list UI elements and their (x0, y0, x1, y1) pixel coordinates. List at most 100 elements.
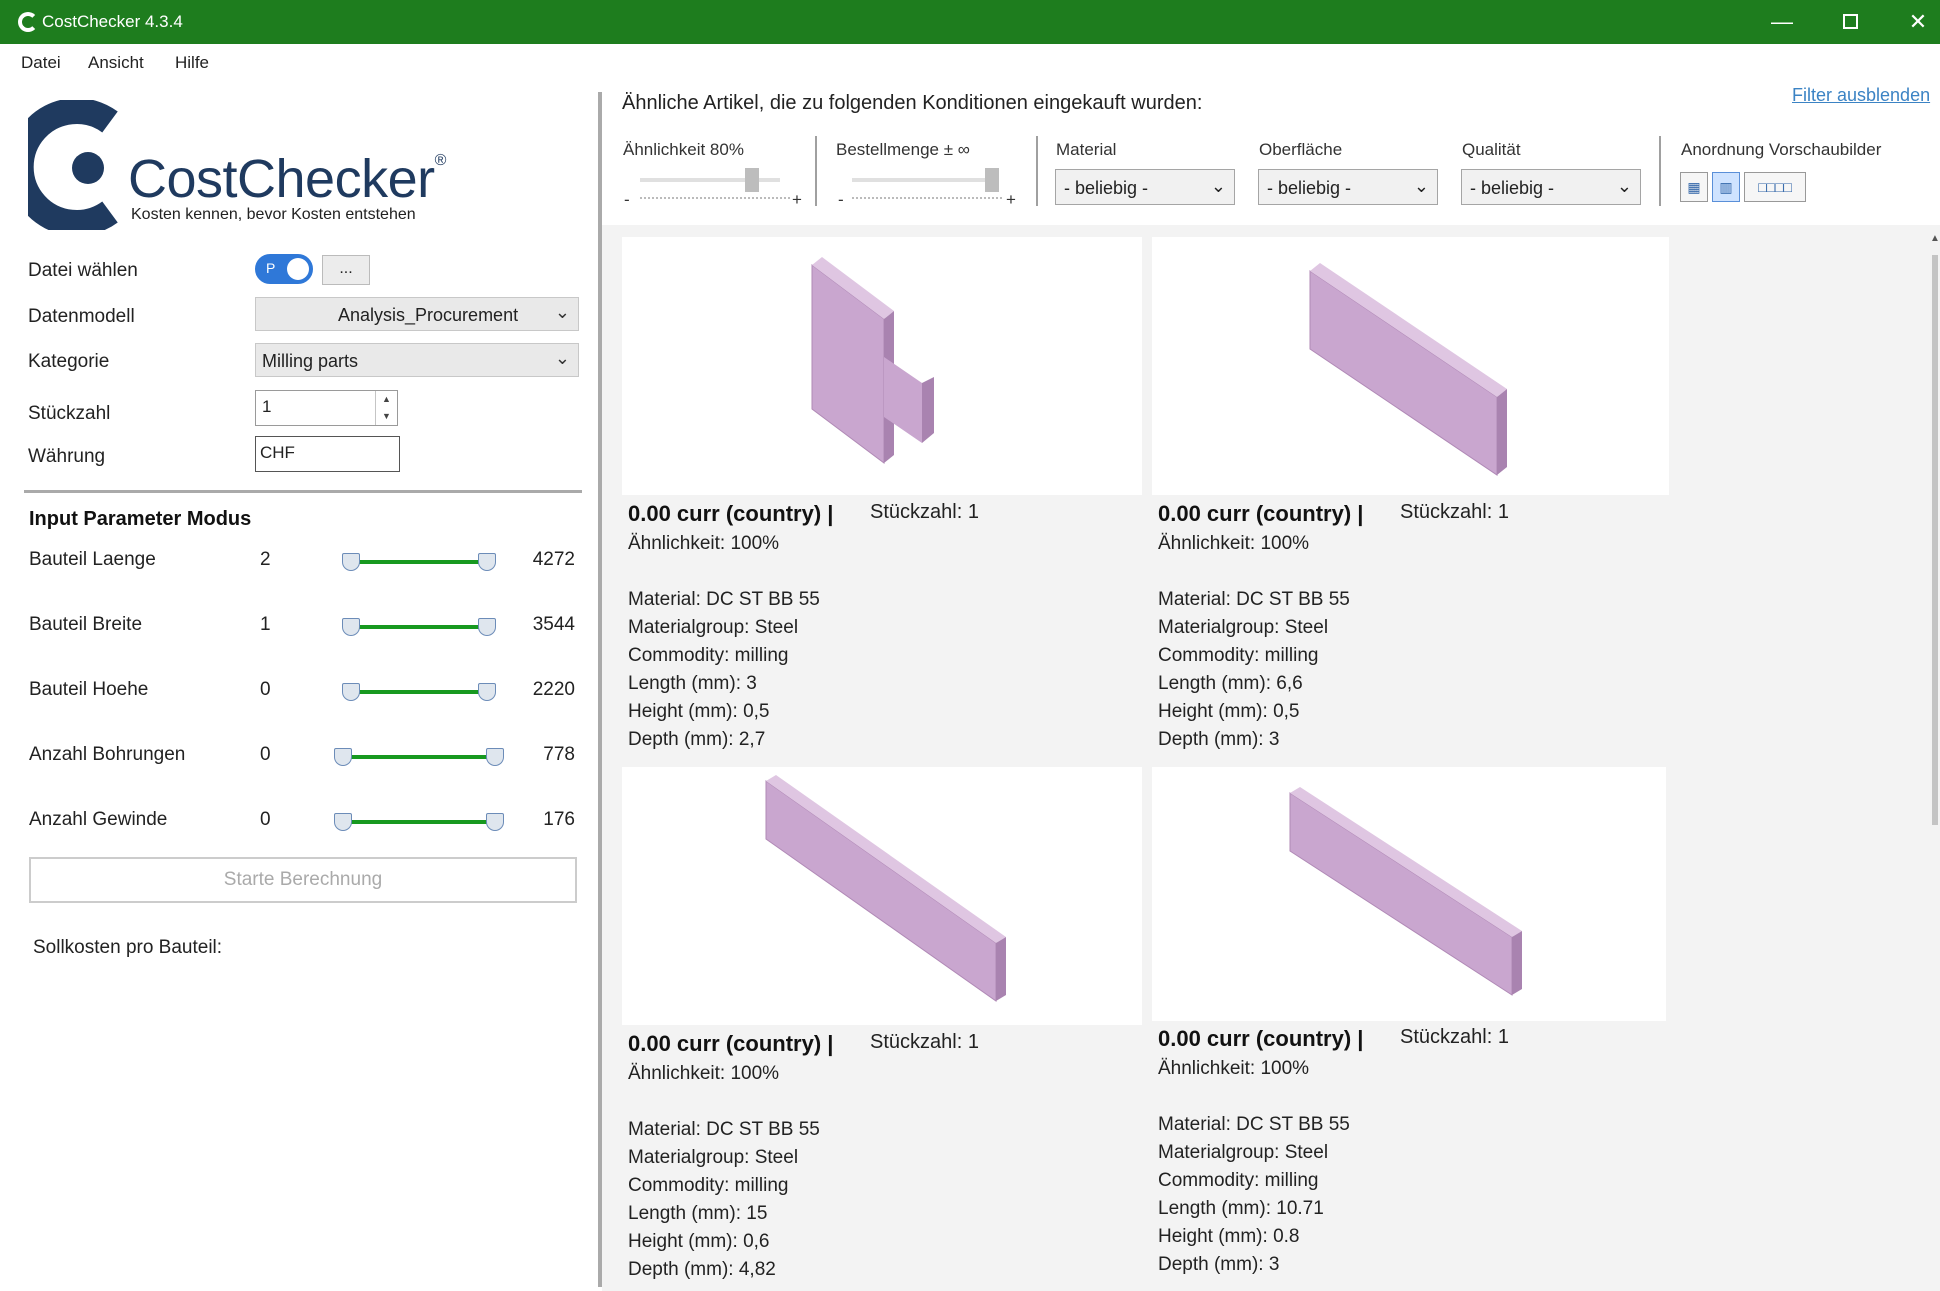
result-similarity: Ähnlichkeit: 100% (628, 1063, 780, 1084)
result-materialgroup: Materialgroup: Steel (1158, 1142, 1329, 1163)
menu-ansicht[interactable]: Ansicht (88, 53, 144, 73)
range-track[interactable] (342, 820, 496, 824)
close-button[interactable]: ✕ (1886, 0, 1940, 44)
left-divider (24, 490, 582, 493)
range-track[interactable] (350, 690, 488, 694)
grid-row-icon[interactable]: □□□□ (1744, 172, 1806, 202)
param-label: Anzahl Bohrungen (29, 744, 186, 765)
filter-divider (1659, 136, 1661, 206)
app-icon (18, 12, 38, 32)
logo-brand: CostChecker® (128, 149, 446, 209)
part-preview[interactable] (1152, 237, 1669, 495)
costchecker-logo: CostChecker® Kosten kennen, bevor Kosten… (28, 100, 448, 230)
model-label: Datenmodell (28, 306, 135, 327)
result-price: 0.00 curr (country) | (1158, 501, 1364, 526)
param-min: 0 (260, 679, 271, 700)
results-scrollbar[interactable]: ▲ (1930, 225, 1940, 1291)
category-select[interactable]: Milling parts ⌄ (255, 343, 579, 377)
result-material: Material: DC ST BB 55 (1158, 589, 1350, 610)
model-select[interactable]: Analysis_Procurement ⌄ (255, 297, 579, 331)
material-label: Material (1056, 140, 1117, 159)
result-qty: Stückzahl: 1 (870, 501, 979, 523)
filter-divider (1036, 136, 1038, 206)
param-max: 2220 (532, 679, 575, 700)
currency-label: Währung (28, 446, 106, 467)
material-select[interactable]: - beliebig - ⌄ (1055, 169, 1235, 205)
range-thumb-max[interactable] (478, 553, 496, 571)
order-qty-thumb[interactable] (985, 168, 999, 192)
part-preview[interactable] (622, 767, 1142, 1025)
result-commodity: Commodity: milling (628, 1175, 789, 1196)
result-qty: Stückzahl: 1 (1400, 501, 1509, 523)
logo-c-icon (28, 100, 118, 230)
scrollbar-thumb[interactable] (1932, 255, 1938, 825)
param-min: 0 (260, 809, 271, 830)
stepper-arrows[interactable]: ▲ ▼ (375, 391, 397, 425)
chevron-down-icon: ⌄ (554, 348, 570, 368)
start-calculation-button[interactable]: Starte Berechnung (29, 857, 577, 903)
result-commodity: Commodity: milling (628, 645, 789, 666)
currency-input[interactable]: CHF (255, 436, 400, 472)
similarity-ticks (640, 197, 790, 200)
range-thumb-max[interactable] (486, 748, 504, 766)
minimize-button[interactable]: — (1750, 0, 1814, 44)
param-max: 176 (543, 809, 575, 830)
target-cost-label: Sollkosten pro Bauteil: (33, 937, 223, 958)
stepper-down-icon[interactable]: ▼ (376, 408, 397, 425)
toggle-text: P (266, 260, 276, 276)
param-min: 1 (260, 614, 271, 635)
range-thumb-min[interactable] (334, 748, 352, 766)
material-value: - beliebig - (1064, 178, 1149, 198)
result-length: Length (mm): 10.71 (1158, 1198, 1324, 1219)
range-track[interactable] (350, 625, 488, 629)
range-thumb-max[interactable] (478, 618, 496, 636)
browse-file-button[interactable]: ... (322, 255, 370, 285)
range-thumb-min[interactable] (334, 813, 352, 831)
maximize-button[interactable] (1818, 0, 1882, 44)
order-qty-plus: + (1006, 190, 1016, 209)
param-label: Bauteil Breite (29, 614, 143, 635)
surface-label: Oberfläche (1259, 140, 1343, 159)
range-thumb-min[interactable] (342, 553, 360, 571)
qty-stepper[interactable]: 1 ▲ ▼ (255, 390, 398, 426)
similarity-track[interactable] (640, 178, 780, 182)
menu-hilfe[interactable]: Hilfe (175, 53, 209, 73)
model-value: Analysis_Procurement (338, 305, 519, 325)
scroll-up-icon[interactable]: ▲ (1930, 233, 1940, 244)
grid-large-icon[interactable]: ▦ (1680, 172, 1708, 202)
order-qty-ticks (852, 197, 1002, 200)
menu-datei[interactable]: Datei (21, 53, 61, 73)
file-toggle[interactable]: P (255, 254, 313, 284)
range-thumb-max[interactable] (486, 813, 504, 831)
range-thumb-min[interactable] (342, 683, 360, 701)
range-thumb-max[interactable] (478, 683, 496, 701)
similarity-thumb[interactable] (745, 168, 759, 192)
surface-select[interactable]: - beliebig - ⌄ (1258, 169, 1438, 205)
part-3d-image (1309, 263, 1507, 476)
order-qty-label: Bestellmenge ± ∞ (836, 140, 970, 159)
results-heading: Ähnliche Artikel, die zu folgenden Kondi… (622, 92, 1203, 114)
quality-value: - beliebig - (1470, 178, 1555, 198)
result-materialgroup: Materialgroup: Steel (628, 617, 799, 638)
range-track[interactable] (350, 560, 488, 564)
menu-bar: Datei Ansicht Hilfe (0, 44, 1940, 80)
range-track[interactable] (342, 755, 496, 759)
window-title: CostChecker 4.3.4 (42, 12, 183, 31)
stepper-up-icon[interactable]: ▲ (376, 391, 397, 408)
result-material: Material: DC ST BB 55 (628, 589, 820, 610)
part-3d-image (811, 257, 934, 464)
part-3d-image (765, 775, 1006, 1002)
order-qty-track[interactable] (852, 178, 992, 182)
hide-filter-link[interactable]: Filter ausblenden (1792, 85, 1930, 106)
part-preview[interactable] (1152, 767, 1666, 1021)
result-length: Length (mm): 6,6 (1158, 673, 1303, 694)
chevron-down-icon: ⌄ (1616, 176, 1632, 196)
part-preview[interactable] (622, 237, 1142, 495)
param-max: 4272 (532, 549, 575, 570)
grid-medium-icon[interactable]: ▥ (1712, 172, 1740, 202)
quality-select[interactable]: - beliebig - ⌄ (1461, 169, 1641, 205)
part-3d-image (1289, 787, 1522, 996)
logo-tagline: Kosten kennen, bevor Kosten entstehen (131, 206, 416, 223)
range-thumb-min[interactable] (342, 618, 360, 636)
order-qty-minus: - (838, 190, 844, 209)
